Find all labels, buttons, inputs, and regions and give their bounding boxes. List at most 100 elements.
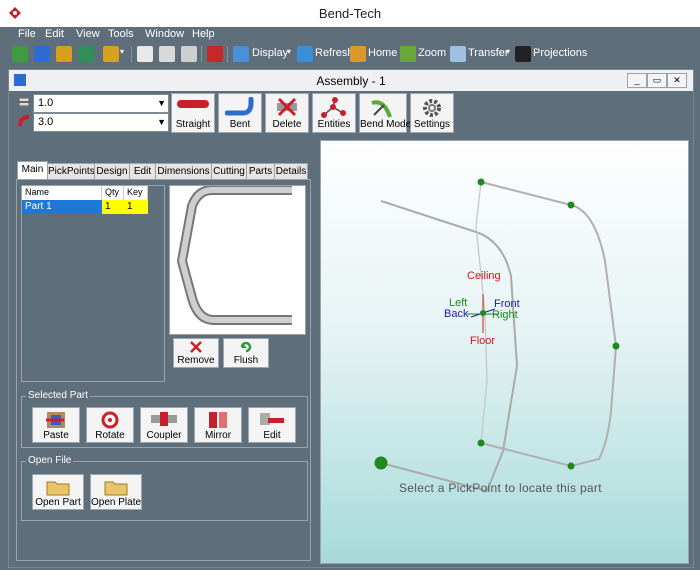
rotate-button[interactable]: Rotate <box>86 407 134 443</box>
pickpoint-marker[interactable] <box>567 201 575 209</box>
remove-icon <box>190 341 202 353</box>
coupler-button[interactable]: Coupler <box>140 407 188 443</box>
settings-button[interactable]: Settings <box>410 93 454 133</box>
menu-file[interactable]: File <box>18 28 36 40</box>
folder-icon <box>104 481 128 496</box>
toolbar-separator <box>131 46 132 62</box>
tab-parts[interactable]: Parts <box>246 163 275 180</box>
straight-tube-icon <box>177 100 209 108</box>
print-icon[interactable] <box>159 46 175 62</box>
zoom-button[interactable]: Zoom <box>418 47 446 59</box>
part-preview-drawing <box>176 185 292 325</box>
close-button[interactable]: ✕ <box>667 73 687 88</box>
instruction-text: Select a PickPoint to locate this part <box>399 481 602 495</box>
bent-button[interactable]: Bent <box>218 93 262 133</box>
display-icon[interactable] <box>233 46 249 62</box>
bent-tube-icon <box>225 97 254 116</box>
tab-cutting[interactable]: Cutting <box>211 163 247 180</box>
transfer-button[interactable]: Transfer <box>468 47 509 59</box>
refresh-icon[interactable] <box>297 46 313 62</box>
table-row[interactable]: Part 1 <box>22 200 102 214</box>
transfer-dropdown-icon[interactable]: ▾ <box>506 47 510 56</box>
flush-icon <box>240 341 252 353</box>
back-label: Back <box>444 308 469 320</box>
tab-edit[interactable]: Edit <box>129 163 156 180</box>
open-assembly-icon[interactable] <box>34 46 50 62</box>
key-cell[interactable]: 1 <box>124 200 148 214</box>
display-dropdown-icon[interactable]: ▾ <box>287 47 291 56</box>
column-header-name[interactable]: Name <box>22 186 102 200</box>
edit-part-button[interactable]: Edit <box>248 407 296 443</box>
open-part-button[interactable]: Open Part <box>32 474 84 510</box>
display-button[interactable]: Display <box>252 47 288 59</box>
tab-dimensions[interactable]: Dimensions <box>155 163 212 180</box>
tab-pickpoints[interactable]: PickPoints <box>47 163 95 180</box>
print-preview-icon[interactable] <box>137 46 153 62</box>
home-button[interactable]: Home <box>368 47 397 59</box>
edit-icon <box>260 413 284 425</box>
tube-diameter-select[interactable]: 1.0 ▼ <box>33 94 169 113</box>
restore-button[interactable]: ▭ <box>647 73 667 88</box>
qty-cell[interactable]: 1 <box>102 200 124 214</box>
print-setup-icon[interactable] <box>181 46 197 62</box>
minimize-button[interactable]: _ <box>627 73 647 88</box>
open-plate-button[interactable]: Open Plate <box>90 474 142 510</box>
open-file-group: Open File Open Part Open Plate <box>21 455 308 521</box>
delete-icon <box>277 97 297 117</box>
ceiling-label: Ceiling <box>467 270 501 282</box>
menu-edit[interactable]: Edit <box>45 28 64 40</box>
pickpoint-marker[interactable] <box>567 462 575 470</box>
home-icon[interactable] <box>350 46 366 62</box>
entities-button[interactable]: Entities <box>312 93 356 133</box>
bend-mode-button[interactable]: Bend Mode <box>359 93 411 133</box>
tab-main[interactable]: Main <box>17 161 48 181</box>
flush-button[interactable]: Flush <box>223 338 269 368</box>
toolbar-separator <box>201 46 202 62</box>
column-header-key[interactable]: Key <box>124 186 148 200</box>
remove-button[interactable]: Remove <box>173 338 219 368</box>
menu-help[interactable]: Help <box>192 28 215 40</box>
coupler-icon <box>151 412 177 426</box>
paste-button[interactable]: Paste <box>32 407 80 443</box>
pickpoint-marker[interactable] <box>612 342 620 350</box>
bend-tech-web-icon[interactable] <box>207 46 223 62</box>
part-wireframe <box>374 178 620 493</box>
new-file-icon[interactable] <box>12 46 28 62</box>
tab-details[interactable]: Details <box>274 163 308 180</box>
bend-radius-icon <box>18 115 30 127</box>
save-icon[interactable] <box>56 46 72 62</box>
column-header-qty[interactable]: Qty <box>102 186 124 200</box>
menu-window[interactable]: Window <box>145 28 184 40</box>
bend-radius-select[interactable]: 3.0 ▼ <box>33 113 169 132</box>
rotate-icon <box>101 411 119 429</box>
chevron-down-icon: ▼ <box>157 117 166 127</box>
zoom-icon[interactable] <box>400 46 416 62</box>
layout-icon[interactable] <box>103 46 119 62</box>
delete-button[interactable]: Delete <box>265 93 309 133</box>
pickpoint-marker[interactable] <box>477 178 485 186</box>
transfer-icon[interactable] <box>450 46 466 62</box>
tube-diameter-icon <box>17 97 31 107</box>
front-tube-path <box>480 181 618 468</box>
layout-dropdown-icon[interactable]: ▾ <box>120 47 124 56</box>
menu-view[interactable]: View <box>76 28 100 40</box>
folder-icon <box>46 481 70 496</box>
mirror-icon <box>209 412 227 428</box>
part-preview <box>169 185 306 335</box>
pickpoint-marker-selected[interactable] <box>374 456 388 470</box>
entities-icon <box>321 97 346 118</box>
pickpoint-marker[interactable] <box>477 439 485 447</box>
selected-part-label: Selected Part <box>26 390 91 401</box>
mirror-button[interactable]: Mirror <box>194 407 242 443</box>
export-icon[interactable] <box>78 46 94 62</box>
refresh-button[interactable]: Refresh <box>315 47 354 59</box>
parts-grid[interactable]: Name Qty Key Part 1 1 1 <box>21 185 165 382</box>
straight-button[interactable]: Straight <box>171 93 215 133</box>
open-file-label: Open File <box>26 455 74 466</box>
tab-design[interactable]: Design <box>94 163 130 180</box>
selected-part-group: Selected Part Paste Rotate Coupler Mirro… <box>21 390 308 448</box>
menu-tools[interactable]: Tools <box>108 28 134 40</box>
projections-button[interactable]: Projections <box>533 47 587 59</box>
camera-icon[interactable] <box>515 46 531 62</box>
3d-viewport[interactable]: Ceiling Left Front Back Right Floor Sele… <box>320 140 689 564</box>
